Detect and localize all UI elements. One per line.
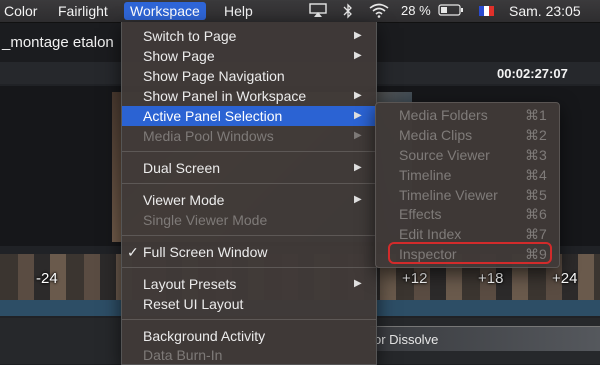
- submenu-item-label: Timeline Viewer: [399, 187, 498, 203]
- shortcut-label: ⌘7: [525, 226, 547, 242]
- menu-item-label: Data Burn-In: [143, 347, 223, 363]
- menu-color[interactable]: Color: [4, 2, 37, 20]
- timecode-display: 00:02:27:07: [497, 66, 568, 81]
- menu-separator: [122, 267, 376, 268]
- submenu-arrow-icon: ▶: [354, 110, 362, 121]
- menubar-clock[interactable]: Sam. 23:05: [509, 2, 581, 20]
- menu-item-media-pool-windows: Media Pool Windows ▶: [122, 126, 376, 146]
- menu-item-background-activity[interactable]: Background Activity: [122, 326, 376, 346]
- battery-percent: 28 %: [401, 3, 431, 18]
- submenu-item-label: Source Viewer: [399, 147, 490, 163]
- menu-fairlight[interactable]: Fairlight: [58, 2, 108, 20]
- menu-separator: [122, 151, 376, 152]
- submenu-arrow-icon: ▶: [354, 130, 362, 141]
- menu-item-label: Show Page: [143, 48, 215, 64]
- menu-item-show-page-navigation[interactable]: Show Page Navigation: [122, 66, 376, 86]
- checkmark-icon: ✓: [127, 244, 139, 260]
- menu-workspace[interactable]: Workspace: [124, 2, 206, 20]
- menu-item-label: Dual Screen: [143, 160, 221, 176]
- menu-item-label: Viewer Mode: [143, 192, 225, 208]
- menu-item-label: Switch to Page: [143, 28, 237, 44]
- submenu-arrow-icon: ▶: [354, 30, 362, 41]
- transition-label: or Dissolve: [374, 332, 439, 347]
- menu-item-label: Single Viewer Mode: [143, 212, 268, 228]
- menu-item-label: Show Panel in Workspace: [143, 88, 307, 104]
- menu-item-single-viewer-mode: Single Viewer Mode: [122, 210, 376, 230]
- shortcut-label: ⌘6: [525, 206, 547, 222]
- menu-item-label: Active Panel Selection: [143, 108, 283, 124]
- airplay-icon[interactable]: [309, 3, 327, 19]
- submenu-item-source-viewer: Source Viewer ⌘3: [376, 145, 559, 165]
- submenu-arrow-icon: ▶: [354, 162, 362, 173]
- menu-separator: [122, 183, 376, 184]
- submenu-item-effects: Effects ⌘6: [376, 204, 559, 224]
- menu-separator: [122, 319, 376, 320]
- inspector-highlight-ring: [388, 242, 552, 264]
- submenu-item-timeline-viewer: Timeline Viewer ⌘5: [376, 185, 559, 205]
- submenu-arrow-icon: ▶: [354, 90, 362, 101]
- menu-item-full-screen-window[interactable]: ✓ Full Screen Window: [122, 242, 376, 262]
- submenu-item-label: Effects: [399, 206, 442, 222]
- submenu-arrow-icon: ▶: [354, 278, 362, 289]
- submenu-item-label: Media Clips: [399, 127, 473, 143]
- submenu-item-label: Media Folders: [399, 107, 488, 123]
- menu-item-dual-screen[interactable]: Dual Screen ▶: [122, 158, 376, 178]
- menu-bar: Color Fairlight Workspace Help 28 % Sam.…: [0, 0, 600, 23]
- project-title: _montage etalon: [2, 34, 114, 51]
- menu-item-show-page[interactable]: Show Page ▶: [122, 46, 376, 66]
- shortcut-label: ⌘3: [525, 147, 547, 163]
- flag-fr-icon[interactable]: [479, 6, 494, 16]
- menu-separator: [122, 235, 376, 236]
- menu-item-label: Background Activity: [143, 328, 266, 344]
- menu-item-show-panel-in-workspace[interactable]: Show Panel in Workspace ▶: [122, 86, 376, 106]
- filmstrip-label: -24: [36, 270, 58, 287]
- submenu-item-label: Edit Index: [399, 226, 462, 242]
- submenu-arrow-icon: ▶: [354, 194, 362, 205]
- filmstrip-label: +18: [478, 270, 504, 287]
- menu-item-layout-presets[interactable]: Layout Presets ▶: [122, 274, 376, 294]
- shortcut-label: ⌘5: [525, 187, 547, 203]
- menu-item-label: Reset UI Layout: [143, 296, 244, 312]
- menu-item-data-burn-in: Data Burn-In: [122, 345, 376, 365]
- workspace-menu: Switch to Page ▶ Show Page ▶ Show Page N…: [121, 22, 377, 365]
- active-panel-submenu: Media Folders ⌘1 Media Clips ⌘2 Source V…: [375, 102, 560, 268]
- menu-help[interactable]: Help: [224, 2, 253, 20]
- shortcut-label: ⌘1: [525, 107, 547, 123]
- submenu-item-label: Timeline: [399, 167, 452, 183]
- menu-item-switch-to-page[interactable]: Switch to Page ▶: [122, 26, 376, 46]
- filmstrip-label: +24: [552, 270, 578, 287]
- menu-item-label: Media Pool Windows: [143, 128, 274, 144]
- wifi-icon[interactable]: [369, 3, 389, 19]
- submenu-arrow-icon: ▶: [354, 50, 362, 61]
- menu-item-label: Full Screen Window: [143, 244, 268, 260]
- menu-item-active-panel-selection[interactable]: Active Panel Selection ▶: [122, 106, 376, 126]
- bluetooth-icon[interactable]: [343, 3, 353, 19]
- menu-item-viewer-mode[interactable]: Viewer Mode ▶: [122, 190, 376, 210]
- submenu-item-media-folders: Media Folders ⌘1: [376, 105, 559, 125]
- filmstrip-label: +12: [402, 270, 428, 287]
- submenu-item-media-clips: Media Clips ⌘2: [376, 125, 559, 145]
- shortcut-label: ⌘2: [525, 127, 547, 143]
- submenu-item-timeline: Timeline ⌘4: [376, 165, 559, 185]
- submenu-item-edit-index: Edit Index ⌘7: [376, 224, 559, 244]
- menu-item-reset-ui-layout[interactable]: Reset UI Layout: [122, 294, 376, 314]
- menu-item-label: Show Page Navigation: [143, 68, 285, 84]
- shortcut-label: ⌘4: [525, 167, 547, 183]
- menu-item-label: Layout Presets: [143, 276, 237, 292]
- battery-icon[interactable]: [438, 3, 464, 19]
